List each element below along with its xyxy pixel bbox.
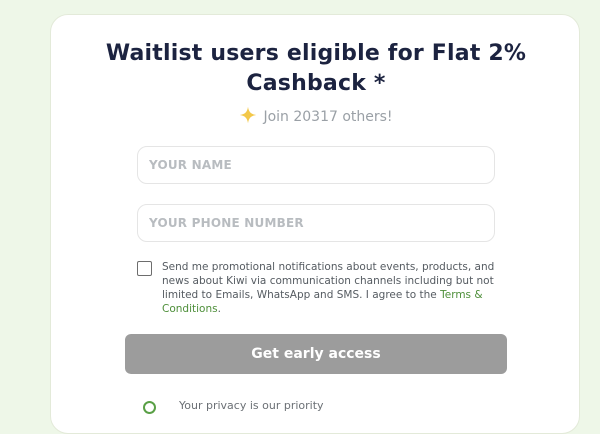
privacy-text: Your privacy is our priority — [179, 399, 324, 412]
sparkle-icon — [240, 106, 257, 124]
consent-text: Send me promotional notifications about … — [162, 260, 498, 316]
phone-input[interactable] — [137, 204, 495, 242]
get-early-access-button[interactable]: Get early access — [125, 334, 507, 374]
join-count: Join 20317 others! — [51, 106, 581, 128]
page-title: Waitlist users eligible for Flat 2% Cash… — [51, 39, 581, 99]
consent-checkbox[interactable] — [137, 261, 152, 276]
name-input[interactable] — [137, 146, 495, 184]
title-line-1: Waitlist users eligible for Flat 2% — [105, 41, 527, 66]
title-line-2: Cashback * — [246, 71, 386, 96]
join-text: Join 20317 others! — [263, 109, 393, 125]
shield-check-icon — [143, 401, 156, 414]
waitlist-card: Waitlist users eligible for Flat 2% Cash… — [50, 14, 580, 434]
consent-end: . — [217, 303, 221, 315]
